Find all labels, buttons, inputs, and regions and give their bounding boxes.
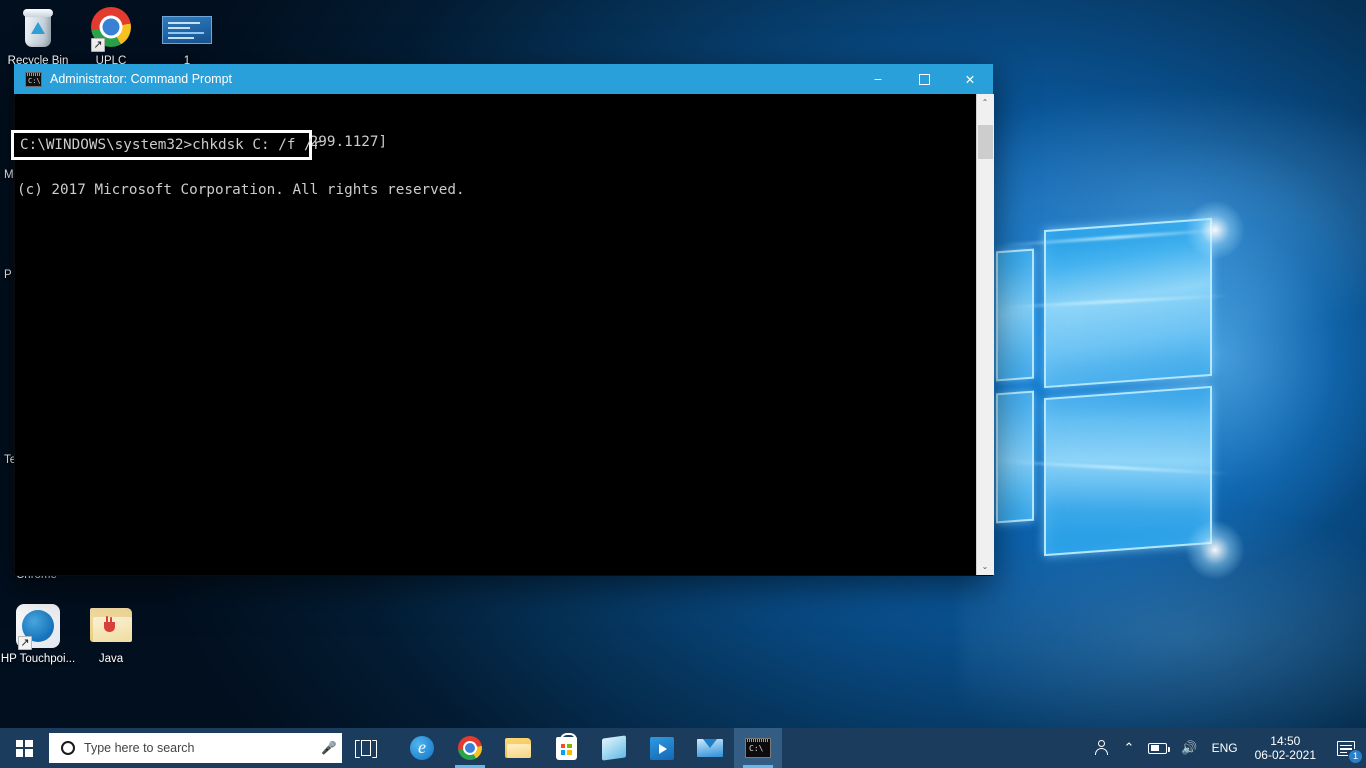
clock-time: 14:50 xyxy=(1270,734,1301,748)
taskbar-command-prompt[interactable]: C:\ xyxy=(734,728,782,768)
close-button[interactable]: ✕ xyxy=(947,64,993,94)
language-indicator[interactable]: ENG xyxy=(1205,728,1245,768)
task-view-icon xyxy=(355,740,377,758)
desktop[interactable]: Recycle Bin ↗ UPLC 1 ↗ HP Touchpoi... Ja… xyxy=(0,0,1366,768)
microsoft-store-icon xyxy=(555,732,577,760)
movies-tv-icon xyxy=(650,736,674,760)
show-hidden-icons-chevron-icon[interactable]: ⌃ xyxy=(1117,728,1142,768)
sticky-notes-icon xyxy=(602,735,626,761)
chrome-icon xyxy=(458,736,482,760)
wallpaper-spark xyxy=(1185,520,1245,580)
hp-touchpoint-icon: ↗ xyxy=(0,604,80,650)
notification-center-button[interactable]: 1 xyxy=(1326,728,1366,768)
clock-date: 06-02-2021 xyxy=(1254,748,1316,762)
console-area[interactable]: Microsoft Windows [Version 10.0.16299.11… xyxy=(11,94,994,576)
file-explorer-icon xyxy=(505,738,531,758)
desktop-icon-label: HP Touchpoi... xyxy=(0,653,76,665)
taskbar[interactable]: Type here to search 🎤 e C:\ ⌃ 🔊 ENG 14:5… xyxy=(0,728,1366,768)
minimize-button[interactable]: – xyxy=(855,64,901,94)
scrollbar-track[interactable] xyxy=(976,111,994,558)
wallpaper-pane-bottom-left xyxy=(996,390,1034,524)
scroll-down-arrow-icon[interactable]: ⌄ xyxy=(976,558,994,575)
highlighted-command: C:\WINDOWS\system32>chkdsk C: /f /r xyxy=(11,130,321,160)
wallpaper-pane-top-left xyxy=(996,248,1034,382)
console-scrollbar[interactable]: ⌃ ⌄ xyxy=(976,94,994,575)
desktop-icon-recycle-bin[interactable]: Recycle Bin xyxy=(0,6,80,68)
occluded-label-m: M xyxy=(4,169,14,181)
scroll-up-arrow-icon[interactable]: ⌃ xyxy=(976,94,994,111)
notification-badge: 1 xyxy=(1348,749,1363,764)
start-button[interactable] xyxy=(0,728,48,768)
maximize-icon xyxy=(918,73,930,85)
shortcut-arrow-icon: ↗ xyxy=(91,38,105,52)
recycle-bin-icon xyxy=(0,6,80,52)
microphone-icon[interactable]: 🎤 xyxy=(318,741,340,756)
taskbar-chrome[interactable] xyxy=(446,728,494,768)
taskbar-microsoft-store[interactable] xyxy=(542,728,590,768)
maximize-button[interactable] xyxy=(901,64,947,94)
command-prompt-window[interactable]: C:\ Administrator: Command Prompt – ✕ Mi… xyxy=(11,64,994,576)
command-prompt-icon: C:\ xyxy=(25,71,42,87)
volume-icon[interactable]: 🔊 xyxy=(1174,728,1204,768)
people-icon[interactable] xyxy=(1087,728,1117,768)
battery-icon[interactable] xyxy=(1141,728,1174,768)
shortcut-arrow-icon: ↗ xyxy=(18,636,32,650)
console-output[interactable]: Microsoft Windows [Version 10.0.16299.11… xyxy=(11,94,976,575)
task-view-button[interactable] xyxy=(344,728,388,768)
window-titlebar[interactable]: C:\ Administrator: Command Prompt – ✕ xyxy=(14,64,993,94)
search-placeholder: Type here to search xyxy=(84,741,195,755)
search-input[interactable]: Type here to search 🎤 xyxy=(49,733,342,763)
desktop-icon-uplc[interactable]: ↗ UPLC xyxy=(69,6,153,68)
java-folder-icon xyxy=(69,604,153,650)
taskbar-movies-tv[interactable] xyxy=(638,728,686,768)
chrome-icon: ↗ xyxy=(69,6,153,52)
document-icon xyxy=(145,6,229,52)
scrollbar-thumb[interactable] xyxy=(977,125,993,159)
taskbar-sticky-notes[interactable] xyxy=(590,728,638,768)
desktop-icon-hp-touchpoint[interactable]: ↗ HP Touchpoi... xyxy=(0,604,80,666)
clock[interactable]: 14:50 06-02-2021 xyxy=(1245,728,1326,768)
desktop-icon-1[interactable]: 1 xyxy=(145,6,229,68)
desktop-icon-java[interactable]: Java xyxy=(69,604,153,666)
console-line: (c) 2017 Microsoft Corporation. All righ… xyxy=(17,182,465,198)
desktop-icon-label: Java xyxy=(98,653,124,665)
search-icon xyxy=(61,741,75,755)
taskbar-file-explorer[interactable] xyxy=(494,728,542,768)
edge-icon xyxy=(410,736,434,760)
occluded-label-p: P xyxy=(4,269,12,281)
taskbar-app-list[interactable]: C:\ xyxy=(398,728,782,768)
wallpaper-spark xyxy=(1185,200,1245,260)
taskbar-mail[interactable] xyxy=(686,728,734,768)
system-tray[interactable]: ⌃ 🔊 ENG 14:50 06-02-2021 1 xyxy=(1087,728,1366,768)
taskbar-edge[interactable] xyxy=(398,728,446,768)
window-title: Administrator: Command Prompt xyxy=(50,72,233,86)
mail-icon xyxy=(697,739,723,757)
command-prompt-icon: C:\ xyxy=(745,738,771,758)
windows-logo-icon xyxy=(15,739,33,757)
